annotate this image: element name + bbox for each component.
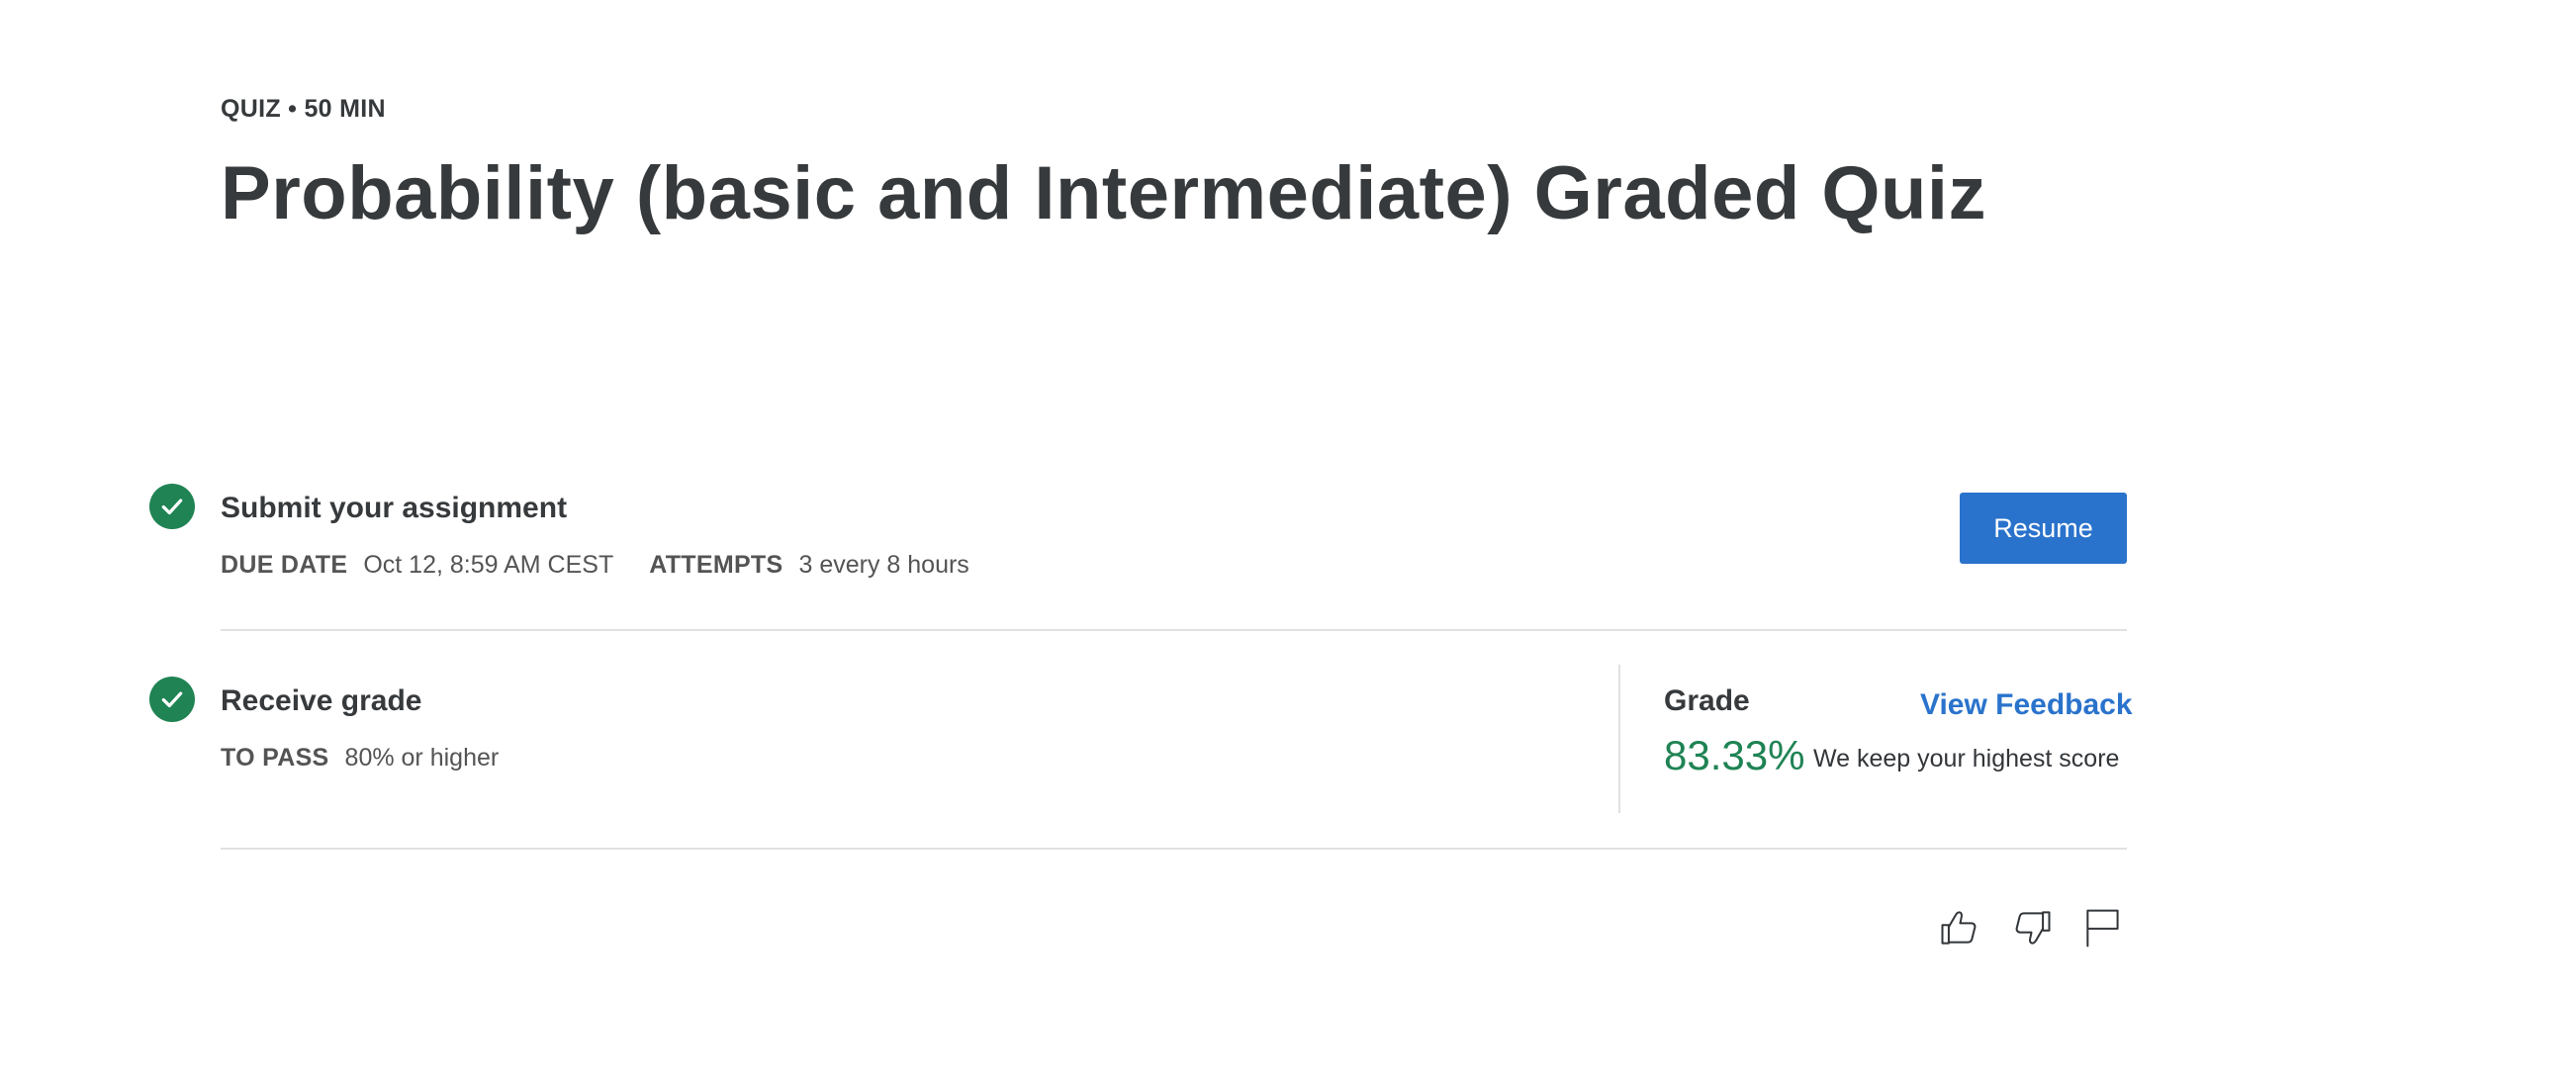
grade-note: We keep your highest score <box>1813 745 2120 772</box>
resume-button[interactable]: Resume <box>1960 493 2127 564</box>
thumbs-up-button[interactable] <box>1936 904 1981 952</box>
check-circle-icon <box>149 677 195 722</box>
thumbs-down-icon <box>2015 911 2051 945</box>
due-date-label: DUE DATE <box>221 551 348 579</box>
check-circle-icon <box>149 484 195 529</box>
grade-label: Grade <box>1664 684 1750 717</box>
thumbs-down-button[interactable] <box>2010 904 2056 952</box>
view-feedback-link[interactable]: View Feedback <box>1920 688 2133 722</box>
submit-step-title: Submit your assignment <box>221 492 568 524</box>
quiz-page: QUIZ • 50 MIN Probability (basic and Int… <box>0 0 2576 1090</box>
flag-button[interactable] <box>2079 904 2125 952</box>
page-title: Probability (basic and Intermediate) Gra… <box>221 151 1987 235</box>
thumbs-up-icon <box>1941 911 1977 945</box>
quiz-eyebrow: QUIZ • 50 MIN <box>221 95 386 123</box>
receive-step-title: Receive grade <box>221 684 422 717</box>
to-pass-label: TO PASS <box>221 744 329 772</box>
attempts-value: 3 every 8 hours <box>798 551 969 579</box>
submit-meta: DUE DATE Oct 12, 8:59 AM CEST ATTEMPTS 3… <box>221 551 1005 580</box>
grade-value: 83.33% <box>1664 732 1805 778</box>
vertical-divider <box>1618 665 1620 813</box>
divider <box>221 848 2127 850</box>
divider <box>221 629 2127 631</box>
due-date-value: Oct 12, 8:59 AM CEST <box>363 551 614 579</box>
flag-icon <box>2086 909 2119 948</box>
receive-meta: TO PASS 80% or higher <box>221 744 534 772</box>
to-pass-value: 80% or higher <box>344 744 500 772</box>
attempts-label: ATTEMPTS <box>649 551 783 579</box>
